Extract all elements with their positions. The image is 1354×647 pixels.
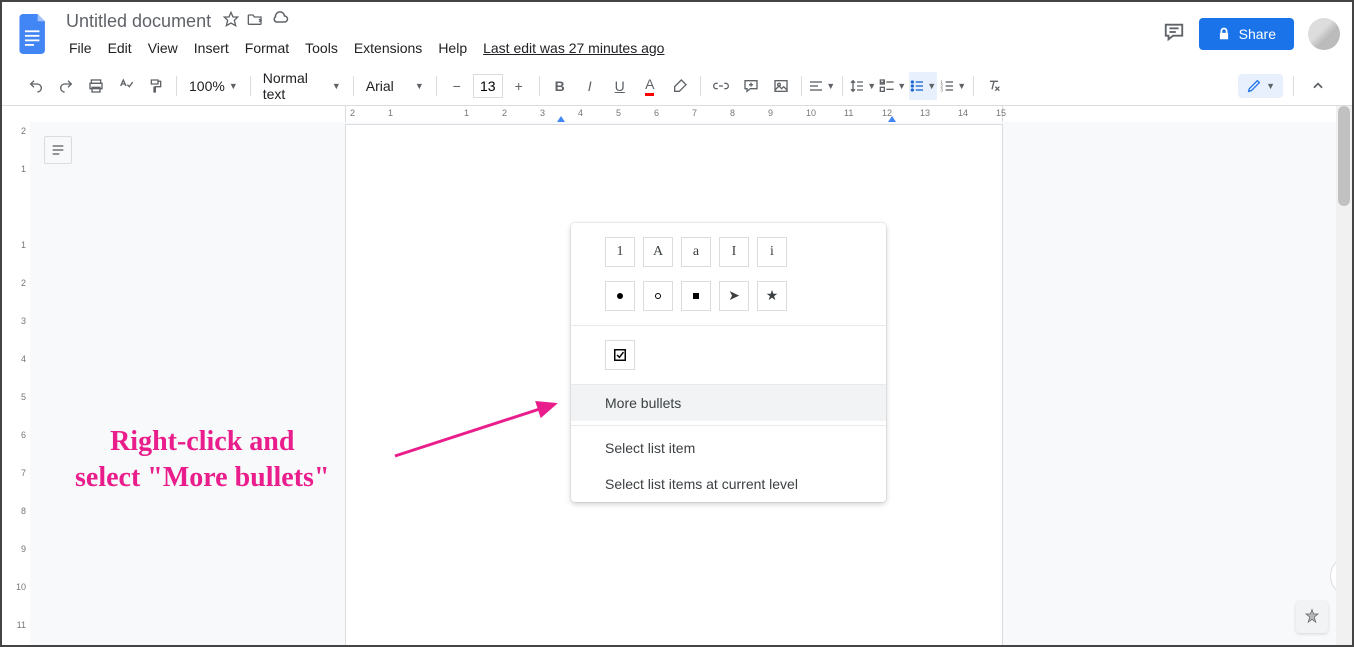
- bullet-option-A[interactable]: A: [643, 237, 673, 267]
- bullet-list: [554, 221, 560, 326]
- pencil-icon: [1246, 78, 1262, 94]
- document-page[interactable]: 1 A a I i ➤ ★: [345, 124, 1003, 645]
- annotation-arrow: [390, 396, 570, 466]
- bold-button[interactable]: B: [546, 72, 574, 100]
- menu-select-list-item[interactable]: Select list item: [571, 430, 886, 466]
- outline-button[interactable]: [44, 136, 72, 164]
- list-item[interactable]: [554, 305, 560, 326]
- align-button[interactable]: ▼: [808, 72, 836, 100]
- font-increase-button[interactable]: +: [505, 72, 533, 100]
- font-select[interactable]: Arial▼: [360, 78, 430, 94]
- docs-logo[interactable]: [14, 14, 54, 54]
- numbered-list-button[interactable]: 123▼: [939, 72, 967, 100]
- workspace: 2 1 1 2 3 4 5 6 7 8 9 10 11 2 1 1 2 3 4 …: [2, 106, 1352, 645]
- horizontal-ruler: 2 1 1 2 3 4 5 6 7 8 9 10 11 12 13 14 15: [30, 106, 1352, 122]
- highlight-button[interactable]: [666, 72, 694, 100]
- bullet-option-circle[interactable]: [643, 281, 673, 311]
- menu-select-level[interactable]: Select list items at current level: [571, 466, 886, 502]
- menu-extensions[interactable]: Extensions: [347, 36, 429, 60]
- list-item[interactable]: [554, 242, 560, 263]
- indent-marker-right[interactable]: [888, 116, 896, 122]
- bullet-option-checkbox[interactable]: [605, 340, 635, 370]
- font-decrease-button[interactable]: −: [443, 72, 471, 100]
- annotation-text: Right-click and select "More bullets": [75, 424, 330, 497]
- bullet-option-i[interactable]: i: [757, 237, 787, 267]
- insert-link-button[interactable]: [707, 72, 735, 100]
- main-area: 2 1 1 2 3 4 5 6 7 8 9 10 11 12 13 14 15: [30, 106, 1352, 645]
- bullet-option-disc[interactable]: [605, 281, 635, 311]
- bullet-option-I[interactable]: I: [719, 237, 749, 267]
- bullet-option-arrow[interactable]: ➤: [719, 281, 749, 311]
- list-item[interactable]: [554, 284, 560, 305]
- add-comment-button[interactable]: [737, 72, 765, 100]
- text-color-button[interactable]: A: [636, 72, 664, 100]
- list-item[interactable]: [554, 221, 560, 242]
- redo-button[interactable]: [52, 72, 80, 100]
- menu-edit[interactable]: Edit: [101, 36, 139, 60]
- print-button[interactable]: [82, 72, 110, 100]
- menu-more-bullets[interactable]: More bullets: [571, 385, 886, 421]
- bullet-option-star[interactable]: ★: [757, 281, 787, 311]
- paint-format-button[interactable]: [142, 72, 170, 100]
- menu-tools[interactable]: Tools: [298, 36, 345, 60]
- star-icon[interactable]: [223, 11, 239, 32]
- spellcheck-button[interactable]: [112, 72, 140, 100]
- toolbar: 100%▼ Normal text▼ Arial▼ − + B I U A ▼ …: [2, 66, 1352, 106]
- checklist-button[interactable]: ▼: [879, 72, 907, 100]
- zoom-select[interactable]: 100%▼: [183, 78, 244, 94]
- svg-text:3: 3: [941, 87, 944, 92]
- italic-button[interactable]: I: [576, 72, 604, 100]
- menubar: File Edit View Insert Format Tools Exten…: [62, 36, 1163, 60]
- collapse-button[interactable]: [1304, 72, 1332, 100]
- user-avatar[interactable]: [1308, 18, 1340, 50]
- editing-mode-button[interactable]: ▼: [1238, 74, 1283, 98]
- share-button[interactable]: Share: [1199, 18, 1294, 50]
- menu-view[interactable]: View: [141, 36, 185, 60]
- menu-format[interactable]: Format: [238, 36, 296, 60]
- bulleted-list-button[interactable]: ▼: [909, 72, 937, 100]
- share-label: Share: [1239, 26, 1276, 42]
- bullet-option-1[interactable]: 1: [605, 237, 635, 267]
- scrollbar-thumb[interactable]: [1338, 106, 1350, 206]
- clear-formatting-button[interactable]: [980, 72, 1008, 100]
- comments-icon[interactable]: [1163, 21, 1185, 48]
- context-menu: 1 A a I i ➤ ★: [571, 223, 886, 502]
- style-select[interactable]: Normal text▼: [257, 70, 347, 102]
- bullet-option-square[interactable]: [681, 281, 711, 311]
- bullet-option-a[interactable]: a: [681, 237, 711, 267]
- undo-button[interactable]: [22, 72, 50, 100]
- underline-button[interactable]: U: [606, 72, 634, 100]
- lock-icon: [1217, 27, 1231, 41]
- vertical-scrollbar[interactable]: [1336, 106, 1352, 645]
- indent-marker-left[interactable]: [557, 116, 565, 122]
- list-item[interactable]: [554, 263, 560, 284]
- explore-button[interactable]: [1296, 601, 1328, 633]
- menu-insert[interactable]: Insert: [187, 36, 236, 60]
- cloud-icon[interactable]: [271, 10, 289, 33]
- insert-image-button[interactable]: [767, 72, 795, 100]
- menu-file[interactable]: File: [62, 36, 99, 60]
- last-edit-link[interactable]: Last edit was 27 minutes ago: [476, 36, 671, 60]
- font-size-input[interactable]: [473, 74, 503, 98]
- document-title[interactable]: Untitled document: [62, 9, 215, 34]
- move-icon[interactable]: [247, 11, 263, 32]
- line-spacing-button[interactable]: ▼: [849, 72, 877, 100]
- app-header: Untitled document File Edit View Insert …: [2, 2, 1352, 66]
- title-area: Untitled document File Edit View Insert …: [62, 9, 1163, 60]
- menu-help[interactable]: Help: [431, 36, 474, 60]
- vertical-ruler: 2 1 1 2 3 4 5 6 7 8 9 10 11: [2, 106, 30, 645]
